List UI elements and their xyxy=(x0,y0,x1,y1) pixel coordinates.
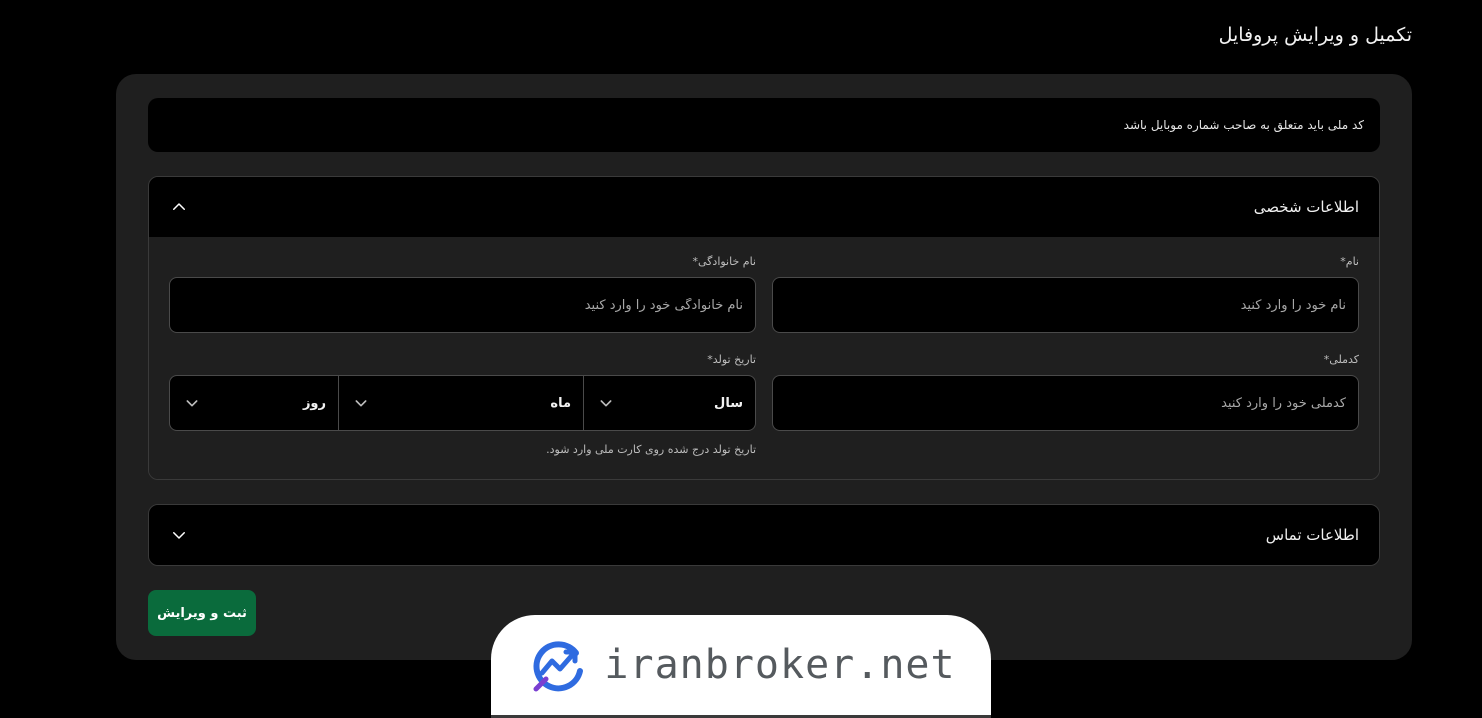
personal-info-section: اطلاعات شخصی نام* نام خانوادگی* کدملی* xyxy=(148,176,1380,480)
contact-info-section: اطلاعات تماس xyxy=(148,504,1380,566)
page-title: تکمیل و ویرایش پروفایل xyxy=(1218,24,1412,46)
last-name-label: نام خانوادگی* xyxy=(692,255,756,268)
birth-date-selects: سال ماه روز xyxy=(169,375,756,431)
notice-banner: کد ملی باید متعلق به صاحب شماره موبایل ب… xyxy=(148,98,1380,152)
national-id-input[interactable] xyxy=(772,375,1359,431)
chevron-down-icon xyxy=(186,400,198,407)
chevron-down-icon[interactable] xyxy=(169,525,189,545)
page: تکمیل و ویرایش پروفایل کد ملی باید متعلق… xyxy=(0,0,1482,718)
last-name-input[interactable] xyxy=(169,277,756,333)
watermark-text: iranbroker.net xyxy=(604,642,956,688)
contact-info-header[interactable]: اطلاعات تماس xyxy=(149,505,1379,565)
watermark-banner: iranbroker.net xyxy=(491,615,991,718)
chevron-down-icon xyxy=(600,400,612,407)
national-id-field: کدملی* xyxy=(772,353,1359,431)
first-name-field: نام* xyxy=(772,255,1359,333)
notice-text: کد ملی باید متعلق به صاحب شماره موبایل ب… xyxy=(1123,118,1364,132)
birth-date-field: تاریخ تولد* سال ماه روز تاریخ تولد درج ش… xyxy=(169,353,756,456)
birth-date-hint: تاریخ تولد درج شده روی کارت ملی وارد شود… xyxy=(546,443,756,456)
last-name-field: نام خانوادگی* xyxy=(169,255,756,333)
birth-year-value: سال xyxy=(714,395,743,411)
contact-info-title: اطلاعات تماس xyxy=(1265,526,1359,544)
birth-month-select[interactable]: ماه xyxy=(339,376,584,430)
personal-info-body: نام* نام خانوادگی* کدملی* تاریخ تولد* سا… xyxy=(149,237,1379,479)
trend-arrow-logo-icon xyxy=(533,641,584,692)
birth-month-value: ماه xyxy=(550,395,571,411)
birth-day-select[interactable]: روز xyxy=(170,376,339,430)
birth-day-value: روز xyxy=(302,395,326,411)
personal-info-title: اطلاعات شخصی xyxy=(1253,198,1359,216)
personal-info-header[interactable]: اطلاعات شخصی xyxy=(149,177,1379,237)
birth-year-select[interactable]: سال xyxy=(584,376,755,430)
submit-button[interactable]: ثبت و ویرایش xyxy=(148,590,256,636)
chevron-up-icon[interactable] xyxy=(169,197,189,217)
chevron-down-icon xyxy=(355,400,367,407)
first-name-label: نام* xyxy=(1340,255,1359,268)
birth-date-label: تاریخ تولد* xyxy=(707,353,756,366)
first-name-input[interactable] xyxy=(772,277,1359,333)
national-id-label: کدملی* xyxy=(1323,353,1359,366)
profile-card: کد ملی باید متعلق به صاحب شماره موبایل ب… xyxy=(116,74,1412,660)
